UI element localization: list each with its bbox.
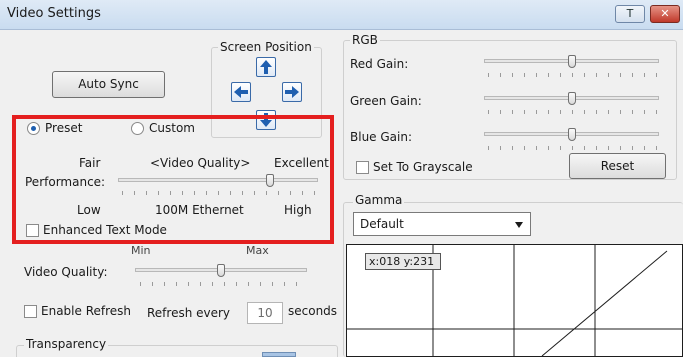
grayscale-label: Set To Grayscale [373,160,473,174]
video-quality-max-label: Max [246,244,269,257]
move-right-button[interactable] [282,82,302,102]
video-quality-slider-thumb[interactable] [217,264,225,277]
gamma-curve-line [541,250,668,357]
refresh-interval-input[interactable]: 10 [247,302,283,324]
red-gain-slider-thumb[interactable] [568,55,576,68]
title-bar: Video Settings T ✕ [0,0,683,30]
window-title: Video Settings [7,6,101,21]
transparency-title: Transparency [24,337,109,351]
close-icon: ✕ [660,7,670,20]
refresh-seconds-label: seconds [288,304,338,318]
enable-refresh-label: Enable Refresh [41,304,132,318]
green-gain-ticks [488,110,658,114]
arrow-left-icon [234,86,248,98]
gamma-coordinate-readout: x:018 y:231 [365,253,441,270]
green-gain-slider[interactable] [484,92,659,106]
minimize-icon: T [626,7,634,20]
video-quality-slider[interactable] [135,264,307,278]
video-quality-min-label: Min [131,244,151,257]
auto-sync-button[interactable]: Auto Sync [52,71,165,98]
video-quality-slider-ticks [140,282,305,286]
video-quality-label: Video Quality: [24,265,108,279]
move-up-button[interactable] [256,57,276,77]
arrow-up-icon [260,60,272,74]
minimize-button[interactable]: T [615,5,645,23]
chevron-down-icon [515,222,523,228]
red-gain-label: Red Gain: [350,57,409,71]
green-gain-label: Green Gain: [350,94,422,108]
blue-gain-label: Blue Gain: [350,130,413,144]
move-left-button[interactable] [231,82,251,102]
arrow-right-icon [285,86,299,98]
gamma-title: Gamma [353,193,405,207]
screen-position-title: Screen Position [218,40,314,54]
blue-gain-slider[interactable] [484,128,659,142]
transparency-slider-thumb[interactable] [262,352,296,357]
enable-refresh-checkbox[interactable] [24,305,37,318]
gamma-preset-value: Default [360,217,404,231]
close-button[interactable]: ✕ [650,5,680,23]
highlight-box [12,115,334,244]
blue-gain-slider-thumb[interactable] [568,128,576,141]
red-gain-ticks [488,73,658,77]
blue-gain-ticks [488,146,658,150]
grayscale-checkbox[interactable] [356,161,369,174]
rgb-title: RGB [350,33,380,47]
reset-button[interactable]: Reset [569,153,666,179]
gamma-preset-dropdown[interactable]: Default [353,212,531,236]
refresh-every-label: Refresh every [147,306,231,320]
green-gain-slider-thumb[interactable] [568,92,576,105]
red-gain-slider[interactable] [484,55,659,69]
